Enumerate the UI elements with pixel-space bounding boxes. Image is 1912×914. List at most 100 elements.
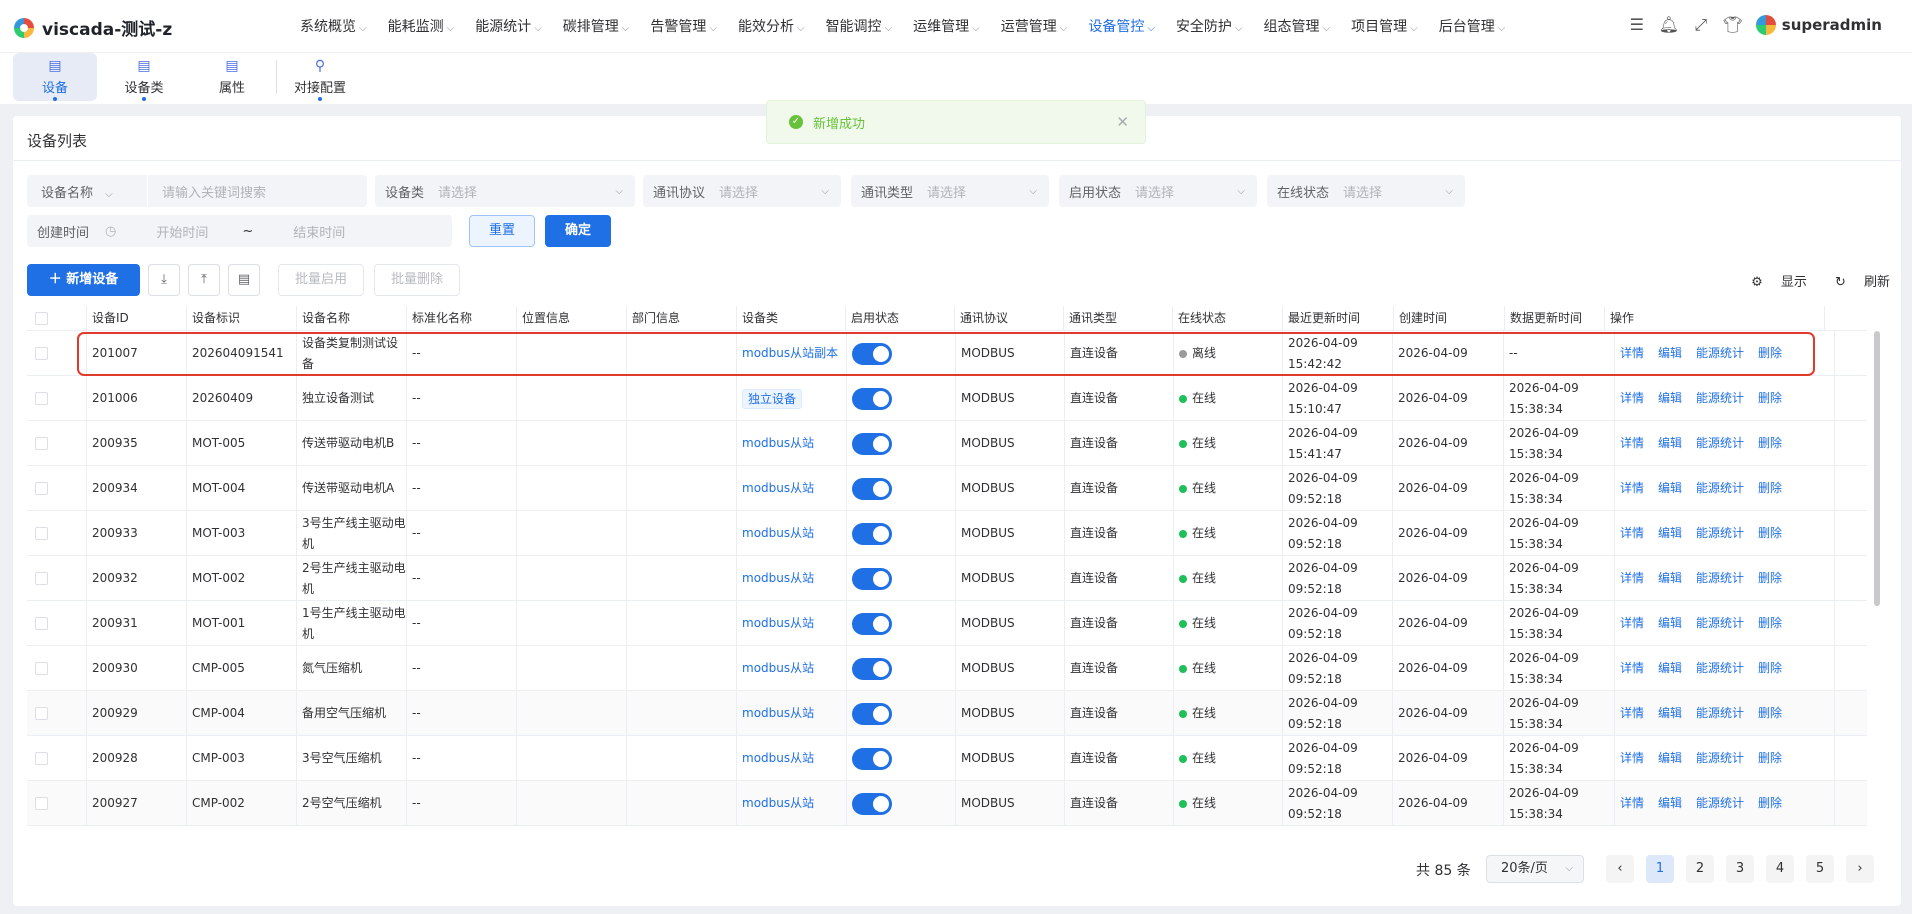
enable-toggle[interactable] [852, 747, 892, 770]
app-logo[interactable]: viscada-测试-z [14, 15, 172, 40]
column-header[interactable]: 在线状态 [1173, 306, 1283, 331]
table-row[interactable]: 200929 CMP-004 备用空气压缩机 -- modbus从站 MODBUS 直连设备… [27, 691, 1867, 736]
energy-stats-link[interactable]: 能源统计 [1696, 703, 1744, 724]
energy-stats-link[interactable]: 能源统计 [1696, 388, 1744, 409]
protocol-select[interactable]: 通讯协议 请选择 ⌵ [643, 175, 841, 207]
column-header[interactable]: 位置信息 [517, 306, 627, 331]
edit-link[interactable]: 编辑 [1658, 478, 1682, 499]
menu-item[interactable]: 设备管控 ⌵ [1088, 16, 1155, 36]
device-class-select[interactable]: 设备类 请选择 ⌵ [375, 175, 635, 207]
end-time-input[interactable]: 结束时间 [293, 222, 345, 241]
device-class-link[interactable]: modbus从站 [742, 658, 814, 679]
device-class-cell[interactable]: modbus从站 [737, 511, 847, 556]
export-button[interactable]: ▤ [228, 264, 260, 296]
row-checkbox[interactable] [35, 707, 48, 720]
table-row[interactable]: 200935 MOT-005 传送带驱动电机B -- modbus从站 MODBUS 直连设… [27, 421, 1867, 466]
device-class-cell[interactable]: modbus从站 [737, 601, 847, 646]
menu-item[interactable]: 能效分析 ⌵ [738, 16, 805, 36]
detail-link[interactable]: 详情 [1620, 613, 1644, 634]
page-size-select[interactable]: 20条/页 ⌵ [1486, 855, 1584, 883]
enable-toggle[interactable] [852, 387, 892, 410]
edit-link[interactable]: 编辑 [1658, 793, 1682, 814]
detail-link[interactable]: 详情 [1620, 748, 1644, 769]
device-class-cell[interactable]: modbus从站 [737, 646, 847, 691]
menu-item[interactable]: 运营管理 ⌵ [1001, 16, 1068, 36]
edit-link[interactable]: 编辑 [1658, 703, 1682, 724]
delete-link[interactable]: 删除 [1758, 568, 1782, 589]
reset-button[interactable]: 重置 [469, 215, 535, 247]
column-header[interactable]: 设备名称 [297, 306, 407, 331]
table-row[interactable]: 200931 MOT-001 1号生产线主驱动电机 -- modbus从站 MODBUS 直… [27, 601, 1867, 646]
column-header[interactable]: 数据更新时间 [1505, 306, 1605, 331]
select-all-checkbox[interactable] [35, 312, 48, 325]
device-class-link[interactable]: modbus从站 [742, 613, 814, 634]
device-class-link[interactable]: modbus从站 [742, 703, 814, 724]
energy-stats-link[interactable]: 能源统计 [1696, 478, 1744, 499]
batch-enable-button[interactable]: 批量启用 [278, 264, 364, 296]
row-checkbox[interactable] [35, 752, 48, 765]
page-button[interactable]: 4 [1766, 855, 1794, 883]
column-header[interactable]: 设备ID [87, 306, 187, 331]
menu-item[interactable]: 碳排管理 ⌵ [563, 16, 630, 36]
subtab-device-class[interactable]: ▤ 设备类 [110, 53, 178, 101]
online-status-select[interactable]: 在线状态 请选择 ⌵ [1267, 175, 1465, 207]
detail-link[interactable]: 详情 [1620, 388, 1644, 409]
device-class-cell[interactable]: modbus从站 [737, 556, 847, 601]
device-class-link[interactable]: modbus从站 [742, 433, 814, 454]
energy-stats-link[interactable]: 能源统计 [1696, 523, 1744, 544]
close-icon[interactable]: ✕ [1116, 113, 1129, 131]
delete-link[interactable]: 删除 [1758, 658, 1782, 679]
edit-link[interactable]: 编辑 [1658, 658, 1682, 679]
device-class-link[interactable]: modbus从站 [742, 748, 814, 769]
subtab-device[interactable]: ▤ 设备 [13, 53, 97, 101]
device-class-link[interactable]: modbus从站 [742, 478, 814, 499]
menu-item[interactable]: 能耗监测 ⌵ [388, 16, 455, 36]
row-checkbox[interactable] [35, 662, 48, 675]
delete-link[interactable]: 删除 [1758, 433, 1782, 454]
delete-link[interactable]: 删除 [1758, 478, 1782, 499]
add-device-button[interactable]: ＋ 新增设备 [27, 264, 140, 296]
comm-type-select[interactable]: 通讯类型 请选择 ⌵ [851, 175, 1049, 207]
menu-item[interactable]: 运维管理 ⌵ [913, 16, 980, 36]
column-header[interactable]: 设备类 [737, 306, 846, 331]
menu-item[interactable]: 智能调控 ⌵ [826, 16, 893, 36]
edit-link[interactable]: 编辑 [1658, 388, 1682, 409]
theme-icon[interactable]: 👕︎ [1722, 14, 1744, 36]
device-class-cell[interactable]: modbus从站 [737, 781, 847, 826]
delete-link[interactable]: 删除 [1758, 523, 1782, 544]
detail-link[interactable]: 详情 [1620, 793, 1644, 814]
column-header[interactable]: 标准化名称 [407, 306, 517, 331]
enable-status-select[interactable]: 启用状态 请选择 ⌵ [1059, 175, 1257, 207]
device-class-cell[interactable]: modbus从站 [737, 421, 847, 466]
device-class-cell[interactable]: 独立设备 [737, 376, 847, 421]
table-row[interactable]: 200928 CMP-003 3号空气压缩机 -- modbus从站 MODBUS 直连设备… [27, 736, 1867, 781]
bell-icon[interactable]: 🔔︎ [1658, 14, 1680, 36]
start-time-input[interactable]: 开始时间 [156, 222, 208, 241]
row-checkbox[interactable] [35, 572, 48, 585]
created-time-range[interactable]: 创建时间 ◷ 开始时间 ~ 结束时间 [27, 215, 452, 247]
menu-item[interactable]: 组态管理 ⌵ [1264, 16, 1331, 36]
enable-toggle[interactable] [852, 792, 892, 815]
delete-link[interactable]: 删除 [1758, 388, 1782, 409]
row-checkbox[interactable] [35, 617, 48, 630]
next-page-button[interactable]: › [1846, 855, 1874, 883]
row-checkbox[interactable] [35, 437, 48, 450]
subtab-attribute[interactable]: ▤ 属性 [200, 53, 264, 101]
page-button[interactable]: 3 [1726, 855, 1754, 883]
menu-item[interactable]: 告警管理 ⌵ [650, 16, 717, 36]
upload-button[interactable]: ⤒ [188, 264, 220, 296]
column-header[interactable]: 最近更新时间 [1283, 306, 1394, 331]
device-class-link[interactable]: modbus从站 [742, 793, 814, 814]
enable-toggle[interactable] [852, 657, 892, 680]
column-header[interactable]: 通讯类型 [1064, 306, 1173, 331]
row-checkbox[interactable] [35, 347, 48, 360]
table-row[interactable]: 200932 MOT-002 2号生产线主驱动电机 -- modbus从站 MODBUS 直… [27, 556, 1867, 601]
row-checkbox[interactable] [35, 482, 48, 495]
enable-toggle[interactable] [852, 477, 892, 500]
table-row[interactable]: 200927 CMP-002 2号空气压缩机 -- modbus从站 MODBUS 直连设备… [27, 781, 1867, 826]
edit-link[interactable]: 编辑 [1658, 523, 1682, 544]
energy-stats-link[interactable]: 能源统计 [1696, 613, 1744, 634]
detail-link[interactable]: 详情 [1620, 523, 1644, 544]
column-header[interactable]: 创建时间 [1394, 306, 1505, 331]
prev-page-button[interactable]: ‹ [1606, 855, 1634, 883]
